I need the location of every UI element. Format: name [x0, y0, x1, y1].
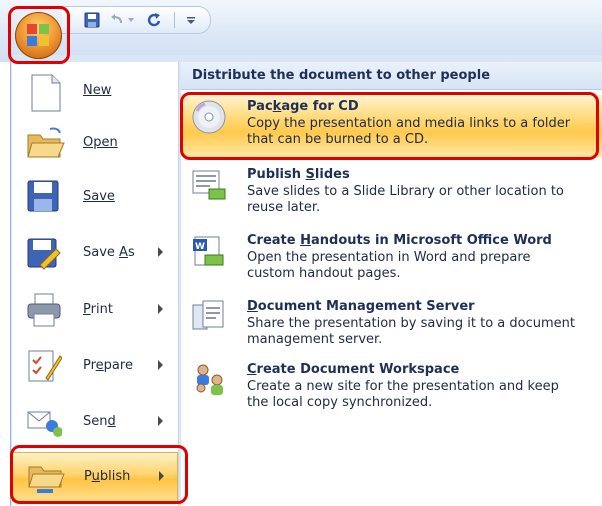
submenu-arrow-icon [158, 416, 163, 426]
office-logo-icon [27, 24, 49, 46]
menu-item-label: Send [83, 414, 116, 429]
submenu-item-title: Create Document Workspace [247, 362, 460, 377]
save-icon[interactable] [82, 11, 102, 29]
quick-access-toolbar [62, 6, 211, 34]
document-workspace-icon [191, 362, 227, 398]
submenu-item-document-management-server[interactable]: Document Management Server Share the pre… [181, 295, 602, 353]
svg-text:W: W [195, 242, 205, 252]
undo-dropdown-icon[interactable] [126, 11, 136, 29]
title-bar [0, 0, 602, 62]
redo-icon[interactable] [144, 11, 164, 29]
submenu-arrow-icon [158, 304, 163, 314]
send-icon [26, 404, 64, 442]
prepare-icon [26, 348, 64, 386]
submenu-item-description: Create a new site for the presentation a… [247, 379, 559, 410]
submenu-item-description: Open the presentation in Word and prepar… [247, 250, 531, 281]
menu-item-label: Print [83, 302, 113, 317]
submenu-item-title: Publish Slides [247, 167, 350, 182]
menu-item-send[interactable]: Send [12, 398, 178, 448]
menu-item-new[interactable]: New [12, 67, 178, 117]
save-disk-icon [26, 179, 64, 217]
submenu-header-text: Distribute the document to other people [192, 68, 491, 83]
submenu-item-title: Create Handouts in Microsoft Office Word [247, 233, 552, 248]
office-button[interactable] [15, 12, 62, 59]
menu-item-label: Save [83, 189, 115, 204]
office-button-highlight [8, 6, 70, 64]
submenu-item-title: Document Management Server [247, 299, 475, 314]
publish-highlight-box [10, 445, 188, 504]
menu-item-save[interactable]: Save [12, 173, 178, 223]
open-folder-icon [26, 125, 65, 163]
package-for-cd-highlight-box [180, 92, 599, 160]
menu-item-prepare[interactable]: Prepare [12, 342, 178, 392]
menu-item-save-as[interactable]: Save As [12, 229, 178, 279]
menu-item-open[interactable]: Open [12, 119, 178, 169]
submenu-item-publish-slides[interactable]: Publish Slides Save slides to a Slide Li… [181, 163, 602, 221]
submenu-arrow-icon [158, 247, 163, 257]
word-handouts-icon: W [191, 233, 227, 269]
customize-toolbar-icon[interactable] [184, 11, 198, 29]
submenu-item-description: Save slides to a Slide Library or other … [247, 184, 564, 215]
menu-item-label: Open [83, 135, 118, 150]
printer-icon [26, 292, 64, 330]
menu-item-label: Save As [83, 245, 135, 260]
publish-slides-icon [191, 167, 227, 203]
toolbar-separator [174, 12, 175, 28]
menu-item-print[interactable]: Print [12, 286, 178, 336]
submenu-item-description: Share the presentation by saving it to a… [247, 316, 575, 347]
menu-item-label: New [83, 83, 112, 98]
submenu-arrow-icon [158, 360, 163, 370]
menu-item-label: Prepare [83, 358, 133, 373]
undo-icon[interactable] [108, 11, 126, 29]
submenu-item-create-document-workspace[interactable]: Create Document Workspace Create a new s… [181, 358, 602, 416]
document-server-icon [191, 299, 227, 335]
submenu-item-create-handouts[interactable]: W Create Handouts in Microsoft Office Wo… [181, 229, 602, 287]
save-as-icon [26, 235, 64, 273]
new-document-icon [26, 73, 64, 112]
submenu-header: Distribute the document to other people [181, 62, 602, 90]
